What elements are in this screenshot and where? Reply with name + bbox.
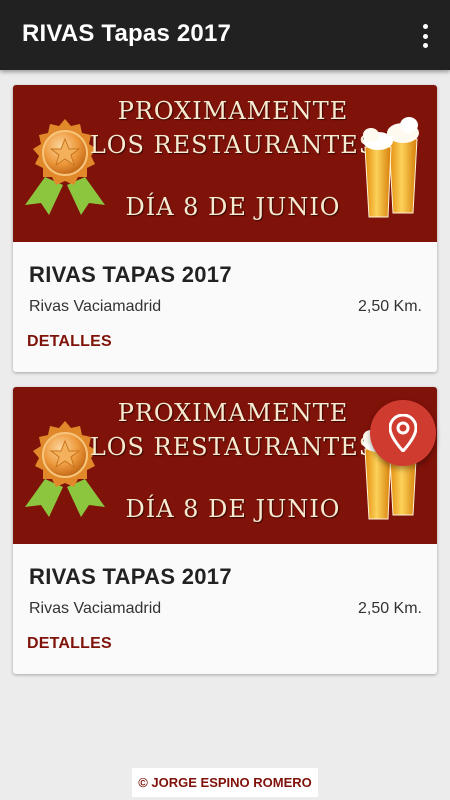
restaurant-name: RIVAS TAPAS 2017 <box>29 262 232 287</box>
card-info: RIVAS TAPAS 2017 Rivas Vaciamadrid 2,50 … <box>13 242 437 372</box>
card-banner: PROXIMAMENTE LOS RESTAURANTES DÍA 8 DE J… <box>13 85 437 242</box>
banner-line-3: DÍA 8 DE JUNIO <box>125 193 341 221</box>
more-vert-icon[interactable] <box>420 24 430 48</box>
beer-glasses-icon <box>363 117 419 218</box>
banner-line-1: PROXIMAMENTE <box>117 97 349 125</box>
restaurant-distance: 2,50 Km. <box>357 298 422 315</box>
banner-line-1: PROXIMAMENTE <box>117 399 349 427</box>
card-info: RIVAS TAPAS 2017 Rivas Vaciamadrid 2,50 … <box>13 544 437 674</box>
restaurant-location: Rivas Vaciamadrid <box>29 298 162 315</box>
banner-line-2: LOS RESTAURANTES <box>89 433 377 461</box>
banner-line-3: DÍA 8 DE JUNIO <box>125 495 341 523</box>
map-fab-button[interactable] <box>370 400 436 466</box>
restaurant-name: RIVAS TAPAS 2017 <box>29 564 232 589</box>
details-button[interactable]: DETALLES <box>27 635 112 653</box>
location-pin-icon <box>389 414 417 452</box>
app-bar: RIVAS Tapas 2017 <box>0 0 450 70</box>
copyright-footer: © JORGE ESPINO ROMERO <box>132 768 318 797</box>
app-title: RIVAS Tapas 2017 <box>22 20 232 47</box>
card-banner: PROXIMAMENTE LOS RESTAURANTES DÍA 8 DE J… <box>13 387 437 544</box>
restaurant-card[interactable]: PROXIMAMENTE LOS RESTAURANTES DÍA 8 DE J… <box>13 85 437 372</box>
banner-line-2: LOS RESTAURANTES <box>89 131 377 159</box>
details-button[interactable]: DETALLES <box>27 333 112 351</box>
restaurant-distance: 2,50 Km. <box>357 600 422 617</box>
restaurant-location: Rivas Vaciamadrid <box>29 600 162 617</box>
